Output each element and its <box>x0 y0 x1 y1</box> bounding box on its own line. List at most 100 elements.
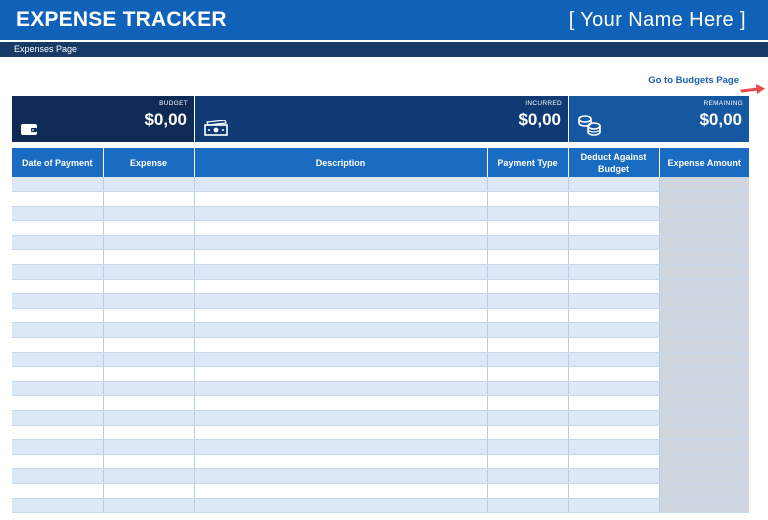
deduct-cell[interactable] <box>568 366 660 382</box>
expense-cell[interactable] <box>103 381 195 397</box>
deduct-cell[interactable] <box>568 206 660 222</box>
description-cell[interactable] <box>194 308 488 324</box>
payment-type-cell[interactable] <box>487 352 569 368</box>
amount-cell[interactable] <box>659 425 749 441</box>
payment-type-cell[interactable] <box>487 235 569 251</box>
deduct-cell[interactable] <box>568 177 660 193</box>
payment-type-cell[interactable] <box>487 279 569 295</box>
deduct-cell[interactable] <box>568 264 660 280</box>
expense-cell[interactable] <box>103 498 195 514</box>
amount-cell[interactable] <box>659 177 749 193</box>
amount-cell[interactable] <box>659 395 749 411</box>
description-cell[interactable] <box>194 483 488 499</box>
user-name-field[interactable]: [ Your Name Here ] <box>569 9 746 32</box>
amount-cell[interactable] <box>659 468 749 484</box>
amount-cell[interactable] <box>659 498 749 514</box>
date-cell[interactable] <box>12 293 104 309</box>
amount-cell[interactable] <box>659 264 749 280</box>
date-cell[interactable] <box>12 322 104 339</box>
date-cell[interactable] <box>12 410 104 426</box>
description-cell[interactable] <box>194 366 488 382</box>
deduct-cell[interactable] <box>568 308 660 324</box>
expense-cell[interactable] <box>103 366 195 382</box>
expense-cell[interactable] <box>103 220 195 236</box>
amount-cell[interactable] <box>659 352 749 368</box>
amount-cell[interactable] <box>659 191 749 207</box>
description-cell[interactable] <box>194 220 488 236</box>
date-cell[interactable] <box>12 498 104 514</box>
amount-cell[interactable] <box>659 337 749 353</box>
payment-type-cell[interactable] <box>487 483 569 499</box>
column-header-expense-amount[interactable]: Expense Amount <box>659 148 749 177</box>
description-cell[interactable] <box>194 322 488 339</box>
deduct-cell[interactable] <box>568 498 660 514</box>
payment-type-cell[interactable] <box>487 439 569 455</box>
date-cell[interactable] <box>12 366 104 382</box>
date-cell[interactable] <box>12 206 104 222</box>
payment-type-cell[interactable] <box>487 381 569 397</box>
expense-cell[interactable] <box>103 483 195 499</box>
date-cell[interactable] <box>12 381 104 397</box>
payment-type-cell[interactable] <box>487 410 569 426</box>
expense-cell[interactable] <box>103 264 195 280</box>
column-header-payment-type[interactable]: Payment Type <box>487 148 569 177</box>
description-cell[interactable] <box>194 249 488 266</box>
description-cell[interactable] <box>194 293 488 309</box>
date-cell[interactable] <box>12 220 104 236</box>
expense-cell[interactable] <box>103 395 195 411</box>
payment-type-cell[interactable] <box>487 220 569 236</box>
amount-cell[interactable] <box>659 483 749 499</box>
deduct-cell[interactable] <box>568 249 660 266</box>
description-cell[interactable] <box>194 381 488 397</box>
description-cell[interactable] <box>194 235 488 251</box>
expense-cell[interactable] <box>103 425 195 441</box>
payment-type-cell[interactable] <box>487 177 569 193</box>
date-cell[interactable] <box>12 483 104 499</box>
deduct-cell[interactable] <box>568 468 660 484</box>
description-cell[interactable] <box>194 279 488 295</box>
expense-cell[interactable] <box>103 249 195 266</box>
date-cell[interactable] <box>12 425 104 441</box>
amount-cell[interactable] <box>659 206 749 222</box>
deduct-cell[interactable] <box>568 279 660 295</box>
payment-type-cell[interactable] <box>487 395 569 411</box>
expense-cell[interactable] <box>103 177 195 193</box>
date-cell[interactable] <box>12 235 104 251</box>
description-cell[interactable] <box>194 352 488 368</box>
description-cell[interactable] <box>194 468 488 484</box>
amount-cell[interactable] <box>659 308 749 324</box>
deduct-cell[interactable] <box>568 352 660 368</box>
date-cell[interactable] <box>12 264 104 280</box>
payment-type-cell[interactable] <box>487 454 569 470</box>
payment-type-cell[interactable] <box>487 308 569 324</box>
date-cell[interactable] <box>12 308 104 324</box>
date-cell[interactable] <box>12 468 104 484</box>
expense-cell[interactable] <box>103 410 195 426</box>
right-arrow-icon[interactable] <box>740 82 766 96</box>
amount-cell[interactable] <box>659 220 749 236</box>
expense-cell[interactable] <box>103 206 195 222</box>
column-header-description[interactable]: Description <box>194 148 488 177</box>
deduct-cell[interactable] <box>568 410 660 426</box>
deduct-cell[interactable] <box>568 337 660 353</box>
date-cell[interactable] <box>12 439 104 455</box>
deduct-cell[interactable] <box>568 454 660 470</box>
amount-cell[interactable] <box>659 235 749 251</box>
deduct-cell[interactable] <box>568 191 660 207</box>
description-cell[interactable] <box>194 395 488 411</box>
date-cell[interactable] <box>12 352 104 368</box>
deduct-cell[interactable] <box>568 322 660 339</box>
description-cell[interactable] <box>194 498 488 514</box>
description-cell[interactable] <box>194 191 488 207</box>
expense-cell[interactable] <box>103 439 195 455</box>
description-cell[interactable] <box>194 425 488 441</box>
payment-type-cell[interactable] <box>487 191 569 207</box>
column-header-date[interactable]: Date of Payment <box>12 148 104 177</box>
go-to-budgets-link[interactable]: Go to Budgets Page <box>648 75 739 86</box>
payment-type-cell[interactable] <box>487 322 569 339</box>
payment-type-cell[interactable] <box>487 293 569 309</box>
description-cell[interactable] <box>194 410 488 426</box>
expense-cell[interactable] <box>103 337 195 353</box>
payment-type-cell[interactable] <box>487 425 569 441</box>
amount-cell[interactable] <box>659 249 749 266</box>
